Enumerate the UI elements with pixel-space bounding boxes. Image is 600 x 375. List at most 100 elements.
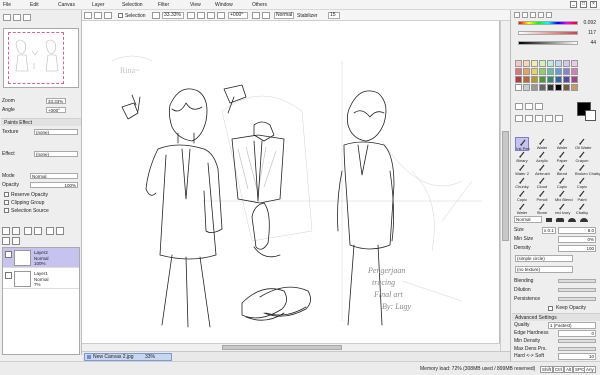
menu-window[interactable]: Window [215,2,233,8]
new-folder-icon[interactable] [12,227,20,235]
color-swatch[interactable] [539,84,546,91]
angle-value[interactable]: +000° [46,107,66,113]
tool-slot[interactable]: Ink Pen [515,137,530,151]
color-swatch[interactable] [571,68,578,75]
hsv-slider-icon[interactable] [530,12,536,18]
brush-shape-4-icon[interactable] [580,218,588,222]
brush-shape-1-icon[interactable] [546,218,552,222]
opacity-slider[interactable]: 100% [30,182,78,188]
layer-row-layer2[interactable]: Layer2 Normal 100% [3,248,79,268]
rotate-right-icon[interactable] [217,12,225,19]
tool-slot[interactable]: Chunky [515,176,529,190]
delete-layer-icon[interactable] [56,227,64,235]
hard-soft-slider[interactable]: 10 [558,353,596,360]
tool-slot[interactable]: Airbrush [535,163,550,177]
size-multiplier[interactable]: x 0.1 [542,227,556,234]
brush-shape-2-icon[interactable] [556,218,564,222]
menu-edit[interactable]: Edit [30,2,39,8]
selection-tool-icon[interactable] [515,103,523,110]
new-layer-icon[interactable] [2,227,10,235]
color-swatch[interactable] [555,84,562,91]
color-swatch[interactable] [547,60,554,67]
tool-slot[interactable]: Paper [555,150,569,164]
zoom-field[interactable]: 33.33% [162,12,184,19]
tool-slot[interactable]: red ivory [555,202,570,216]
rotation-field[interactable]: +000° [228,12,248,19]
navigator-zoom-in-icon[interactable] [3,14,11,21]
selection-checkbox[interactable] [118,13,123,18]
min-size-slider[interactable]: 0% [558,236,596,243]
tool-slot[interactable]: Oil Water [575,137,592,151]
value-slider[interactable] [518,41,578,45]
mode-select[interactable]: Normal [30,173,78,179]
quality-select[interactable]: 1 (Fastest) [548,322,596,329]
color-swatch[interactable] [539,76,546,83]
color-swatch[interactable] [555,68,562,75]
menu-layer[interactable]: Layer [92,2,105,8]
visibility-icon[interactable] [5,251,12,258]
layer-row-layer1[interactable]: Layer1 Normal 7% [3,269,79,289]
color-swatch[interactable] [523,76,530,83]
hue-slider[interactable] [518,21,578,25]
tool-slot[interactable]: Crayon [575,150,589,164]
color-swatch[interactable] [539,60,546,67]
rotate-left-icon[interactable] [207,12,215,19]
color-swatch[interactable] [571,76,578,83]
max-dens-prs-slider[interactable] [558,347,596,351]
lasso-tool-icon[interactable] [525,103,533,110]
size-slider[interactable]: 8.0 [558,227,596,234]
tool-slot[interactable]: Copic [515,189,529,203]
tool-slot[interactable]: Copic [575,176,589,190]
tool-slot[interactable]: Pencil [535,189,549,203]
swatch-toggle-icon[interactable] [538,12,544,18]
horizontal-scrollbar[interactable] [82,343,500,351]
color-swatch[interactable] [547,68,554,75]
tool-slot[interactable]: Water 2 [515,163,529,177]
menu-selection[interactable]: Selection [122,2,143,8]
color-swatch[interactable] [547,84,554,91]
link-icon[interactable] [2,237,10,245]
merge-down-icon[interactable] [34,227,42,235]
zoom-value[interactable]: 33.33% [46,98,66,104]
zoom-tool-icon[interactable] [525,115,533,122]
min-density-slider[interactable] [558,339,596,343]
color-swatch[interactable] [555,60,562,67]
tool-slot[interactable]: Stone [535,202,549,216]
effect-select[interactable]: (none) [34,151,78,157]
navigator-preview[interactable] [3,28,79,88]
move-tool-icon[interactable] [515,115,523,122]
tool-slot[interactable]: Paint [575,189,589,203]
magic-wand-icon[interactable] [535,103,543,110]
color-swatch[interactable] [555,76,562,83]
brush-blend-select[interactable]: Normal [514,216,542,223]
menu-canvas[interactable]: Canvas [58,2,75,8]
tool-slot[interactable]: Cloud [535,176,549,190]
menu-others[interactable]: Others [252,2,267,8]
mask-icon[interactable] [12,237,20,245]
zoom-out-icon[interactable] [187,12,195,19]
color-swatch[interactable] [515,60,522,67]
texture-select[interactable]: (none) [34,129,78,135]
scratchpad-icon[interactable] [546,12,552,18]
edge-hardness-slider[interactable]: 0 [558,330,596,337]
drawing-canvas[interactable]: Rina~ Pengerjaan tracing Final art By: L… [82,21,500,343]
color-swatch[interactable] [571,60,578,67]
clear-layer-icon[interactable] [46,227,54,235]
color-swatch[interactable] [515,84,522,91]
canvas-tab[interactable]: New Canvas 2.jpg 33% [84,353,172,361]
advanced-settings-header[interactable]: Advanced Settings [512,313,600,321]
paint-effect-header[interactable]: Paints Effect [1,118,81,126]
dilution-slider[interactable] [558,288,596,292]
persistence-slider[interactable] [558,297,596,301]
tool-slot[interactable]: Acrylic [535,150,549,164]
horizontal-scroll-thumb[interactable] [222,345,342,350]
transfer-down-icon[interactable] [24,227,32,235]
tool-slot[interactable]: Mix Blend [555,189,573,203]
zoom-in-icon[interactable] [197,12,205,19]
color-swatch[interactable] [563,76,570,83]
blend-mode-field[interactable]: Normal [274,12,294,19]
close-button[interactable]: × [590,1,597,8]
blending-slider[interactable] [558,279,596,283]
tool-slot[interactable]: Binary [515,150,529,164]
color-swatch[interactable] [547,76,554,83]
